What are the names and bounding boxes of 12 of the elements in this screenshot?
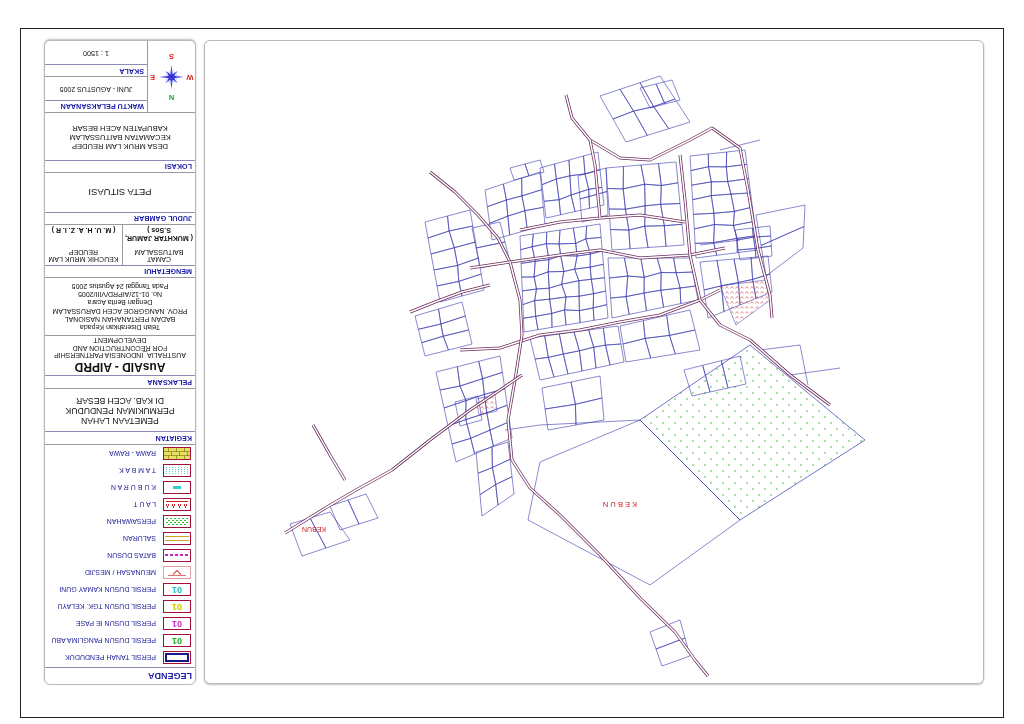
hatched-area	[719, 279, 771, 326]
legend-swatch: 01	[163, 634, 191, 647]
hatched-area	[475, 394, 498, 416]
legend-swatch: 01	[163, 600, 191, 613]
legend-swatch: 01	[163, 617, 191, 630]
legend-swatch: 01	[163, 583, 191, 596]
drawing-title: PETA SITUASI	[88, 186, 152, 199]
project-title-line: PEMETAAN LAHAN	[81, 414, 159, 425]
executor-name: AusAID - AIPRD	[74, 361, 166, 374]
project-title-line: PERMUKIMAN PENDUDUK	[65, 405, 175, 415]
project-title-line: DI KAB. ACEH BESAR	[76, 395, 164, 406]
section-header: LEGENDA	[148, 671, 192, 681]
